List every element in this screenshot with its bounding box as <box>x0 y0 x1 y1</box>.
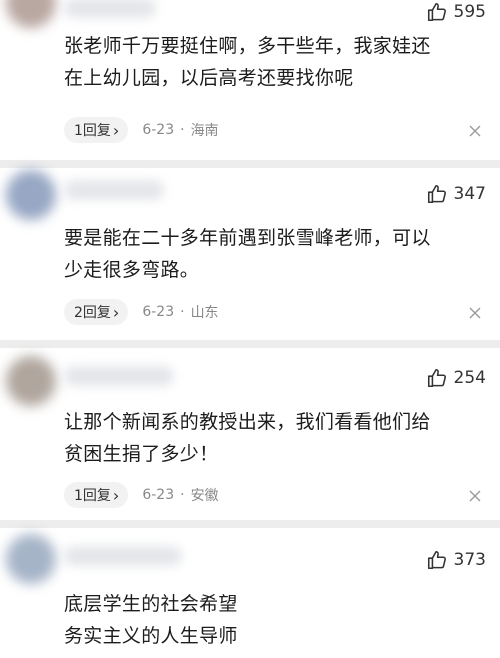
comment-item: 595 张老师千万要挺住啊，多干些年，我家娃还 在上幼儿园，以后高考还要找你呢 … <box>0 0 500 160</box>
reply-count: 2回复 <box>74 305 111 321</box>
comment-meta: 2回复 › 6-23 · 山东 <box>64 299 219 325</box>
close-icon[interactable] <box>468 123 482 137</box>
separator: · <box>180 487 185 503</box>
comment-item: 373 底层学生的社会希望 务实主义的人生导师 <box>0 528 500 658</box>
comment-text-line: 在上幼儿园，以后高考还要找你呢 <box>64 67 354 89</box>
reply-button[interactable]: 2回复 › <box>64 299 129 325</box>
comment-date: 6-23 <box>142 304 175 320</box>
comment-location: 安徽 <box>190 488 219 504</box>
avatar[interactable] <box>6 0 56 28</box>
reply-count: 1回复 <box>74 488 111 504</box>
username[interactable] <box>64 180 164 200</box>
like-count: 595 <box>453 2 486 22</box>
avatar[interactable] <box>6 356 56 406</box>
comment-location: 山东 <box>190 305 219 321</box>
comment-location: 海南 <box>190 123 219 139</box>
comment-text: 张老师千万要挺住啊，多干些年，我家娃还 在上幼儿园，以后高考还要找你呢 <box>64 30 494 94</box>
like-button[interactable]: 595 <box>426 0 486 24</box>
like-count: 254 <box>453 368 486 388</box>
comment-date: 6-23 <box>142 487 175 503</box>
thumbs-up-icon <box>426 183 448 205</box>
thumbs-up-icon <box>426 1 448 23</box>
comment-date: 6-23 <box>142 122 175 138</box>
chevron-right-icon: › <box>112 120 120 140</box>
avatar[interactable] <box>6 534 56 584</box>
divider <box>0 520 500 528</box>
avatar[interactable] <box>6 170 56 220</box>
like-count: 347 <box>453 184 486 204</box>
reply-button[interactable]: 1回复 › <box>64 117 129 143</box>
chevron-right-icon: › <box>112 485 120 505</box>
comment-feed: 595 张老师千万要挺住啊，多干些年，我家娃还 在上幼儿园，以后高考还要找你呢 … <box>0 0 500 658</box>
comment-meta: 1回复 › 6-23 · 海南 <box>64 117 219 143</box>
comment-item: 347 要是能在二十多年前遇到张雪峰老师，可以 少走很多弯路。 2回复 › 6-… <box>0 168 500 340</box>
username[interactable] <box>64 366 174 386</box>
comment-text-line: 张老师千万要挺住啊，多干些年，我家娃还 <box>64 35 431 57</box>
close-icon[interactable] <box>468 488 482 502</box>
comment-text-line: 要是能在二十多年前遇到张雪峰老师，可以 <box>64 227 431 249</box>
divider <box>0 340 500 348</box>
username[interactable] <box>64 546 182 566</box>
separator: · <box>180 122 185 138</box>
comment-text-line: 少走很多弯路。 <box>64 259 200 281</box>
like-button[interactable]: 373 <box>426 548 486 572</box>
reply-button[interactable]: 1回复 › <box>64 482 129 508</box>
comment-text: 底层学生的社会希望 务实主义的人生导师 <box>64 588 494 652</box>
like-button[interactable]: 254 <box>426 366 486 390</box>
comment-text-line: 贫困生捐了多少！ <box>64 443 219 465</box>
thumbs-up-icon <box>426 549 448 571</box>
divider <box>0 160 500 168</box>
comment-text-line: 让那个新闻系的教授出来，我们看看他们给 <box>64 411 431 433</box>
comment-text: 让那个新闻系的教授出来，我们看看他们给 贫困生捐了多少！ <box>64 406 494 470</box>
comment-text: 要是能在二十多年前遇到张雪峰老师，可以 少走很多弯路。 <box>64 222 494 286</box>
thumbs-up-icon <box>426 367 448 389</box>
chevron-right-icon: › <box>112 302 120 322</box>
comment-meta: 1回复 › 6-23 · 安徽 <box>64 482 219 508</box>
reply-count: 1回复 <box>74 123 111 139</box>
close-icon[interactable] <box>468 305 482 319</box>
separator: · <box>180 304 185 320</box>
like-count: 373 <box>453 550 486 570</box>
comment-text-line: 底层学生的社会希望 <box>64 593 238 615</box>
comment-text-line: 务实主义的人生导师 <box>64 625 238 647</box>
comment-item: 254 让那个新闻系的教授出来，我们看看他们给 贫困生捐了多少！ 1回复 › 6… <box>0 348 500 520</box>
username[interactable] <box>64 0 156 18</box>
like-button[interactable]: 347 <box>426 182 486 206</box>
